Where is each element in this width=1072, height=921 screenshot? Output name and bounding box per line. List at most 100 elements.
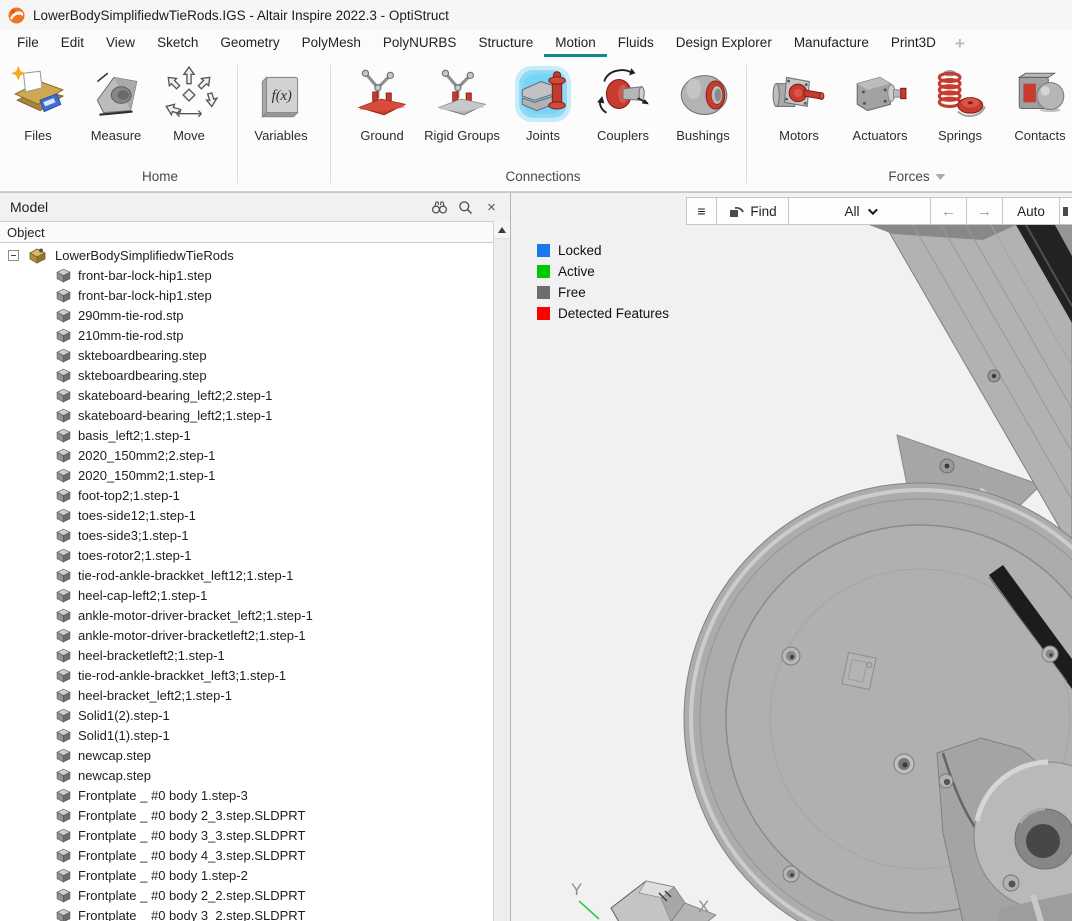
ribbon-separator <box>746 65 747 183</box>
collapse-toggle-icon[interactable] <box>8 250 19 261</box>
tool-label: Motors <box>759 128 839 143</box>
menu-item[interactable]: PolyNURBS <box>372 30 468 57</box>
menu-item[interactable]: Fluids <box>607 30 665 57</box>
tool-motors[interactable]: Motors <box>759 63 839 161</box>
tree-item[interactable]: heel-bracket_left2;1.step-1 <box>0 685 510 705</box>
auto-button[interactable]: Auto <box>1003 198 1060 224</box>
tool-springs[interactable]: Springs <box>920 63 1000 161</box>
toolbar-partial-button[interactable] <box>1060 198 1072 224</box>
legend-row: Locked <box>537 240 669 261</box>
ribbon-group-connections: Connections <box>505 169 580 184</box>
toolbar-menu-button[interactable]: ≡ <box>687 198 717 224</box>
tool-files[interactable]: Files <box>0 63 78 161</box>
tree-item[interactable]: heel-bracketleft2;1.step-1 <box>0 645 510 665</box>
tool-move[interactable]: Move <box>149 63 229 161</box>
legend-label: Free <box>558 285 586 300</box>
tool-variables[interactable]: f(x) Variables <box>241 63 321 161</box>
tool-contacts[interactable]: Contacts <box>1000 63 1072 161</box>
tree-item-label: tie-rod-ankle-brackket_left12;1.step-1 <box>78 568 293 583</box>
tree-item[interactable]: Frontplate _ #0 body 4_3.step.SLDPRT <box>0 845 510 865</box>
menu-item[interactable]: Sketch <box>146 30 209 57</box>
tree-item[interactable]: front-bar-lock-hip1.step <box>0 265 510 285</box>
menu-item[interactable]: PolyMesh <box>291 30 372 57</box>
tree-item[interactable]: ankle-motor-driver-bracketleft2;1.step-1 <box>0 625 510 645</box>
menu-item[interactable]: Design Explorer <box>665 30 783 57</box>
solid-body-cube-icon <box>56 668 71 683</box>
menu-item[interactable]: Edit <box>50 30 95 57</box>
files-icon <box>9 65 67 123</box>
menu-item[interactable]: Motion <box>544 30 607 57</box>
tree-item[interactable]: toes-side12;1.step-1 <box>0 505 510 525</box>
tree-item[interactable]: 2020_150mm2;2.step-1 <box>0 445 510 465</box>
menu-item[interactable]: Structure <box>467 30 544 57</box>
menu-item[interactable]: View <box>95 30 146 57</box>
solid-body-cube-icon <box>56 788 71 803</box>
tool-measure[interactable]: Measure <box>76 63 156 161</box>
menu-item[interactable]: File <box>6 30 50 57</box>
solid-body-cube-icon <box>56 888 71 903</box>
tree-item[interactable]: toes-rotor2;1.step-1 <box>0 545 510 565</box>
tool-actuators[interactable]: Actuators <box>840 63 920 161</box>
title-bar: LowerBodySimplifiedwTieRods.IGS - Altair… <box>0 0 1072 30</box>
find-scope-dropdown[interactable]: All <box>789 198 931 224</box>
add-tab-button[interactable]: + <box>947 30 973 57</box>
menu-bar: + File Edit View Sketch Geometry PolyMes… <box>0 30 1072 57</box>
tree-scrollbar[interactable] <box>493 221 510 921</box>
tree-item[interactable]: Solid1(1).step-1 <box>0 725 510 745</box>
tree-item-label: newcap.step <box>78 768 151 783</box>
couplers-icon <box>594 65 652 123</box>
tree-item[interactable]: Frontplate _ #0 body 1.step-3 <box>0 785 510 805</box>
tree-item[interactable]: Frontplate _ #0 body 2_3.step.SLDPRT <box>0 805 510 825</box>
menu-item[interactable]: Print3D <box>880 30 947 57</box>
menu-item[interactable]: Manufacture <box>783 30 880 57</box>
tree-item[interactable]: Frontplate _ #0 body 3_2.step.SLDPRT <box>0 905 510 921</box>
tree-item[interactable]: Frontplate _ #0 body 2_2.step.SLDPRT <box>0 885 510 905</box>
tree-item[interactable]: skteboardbearing.step <box>0 365 510 385</box>
tree-item[interactable]: basis_left2;1.step-1 <box>0 425 510 445</box>
ribbon-group-forces[interactable]: Forces <box>888 169 945 184</box>
tree-item[interactable]: 210mm-tie-rod.stp <box>0 325 510 345</box>
tree-item[interactable]: front-bar-lock-hip1.step <box>0 285 510 305</box>
tree-item[interactable]: Frontplate _ #0 body 1.step-2 <box>0 865 510 885</box>
tree-item[interactable]: newcap.step <box>0 745 510 765</box>
previous-button[interactable]: ← <box>931 198 967 224</box>
close-icon[interactable]: × <box>483 199 500 216</box>
binoculars-icon[interactable] <box>431 199 448 216</box>
tree-item[interactable]: toes-side3;1.step-1 <box>0 525 510 545</box>
tree-item[interactable]: tie-rod-ankle-brackket_left12;1.step-1 <box>0 565 510 585</box>
tree-item[interactable]: skateboard-bearing_left2;1.step-1 <box>0 405 510 425</box>
tree-item[interactable]: Solid1(2).step-1 <box>0 705 510 725</box>
solid-body-cube-icon <box>56 708 71 723</box>
joints-icon <box>514 65 572 123</box>
menu-item[interactable]: Geometry <box>209 30 290 57</box>
panel-title: Model <box>10 199 431 215</box>
solid-body-cube-icon <box>56 808 71 823</box>
magnifier-icon[interactable] <box>457 199 474 216</box>
tool-rigid-groups[interactable]: Rigid Groups <box>422 63 502 161</box>
tool-couplers[interactable]: Couplers <box>583 63 663 161</box>
tree-item[interactable]: 290mm-tie-rod.stp <box>0 305 510 325</box>
tree-item[interactable]: skateboard-bearing_left2;2.step-1 <box>0 385 510 405</box>
tool-bushings[interactable]: Bushings <box>663 63 743 161</box>
tree-item[interactable]: heel-cap-left2;1.step-1 <box>0 585 510 605</box>
tree-item-label: 290mm-tie-rod.stp <box>78 308 183 323</box>
tree-item[interactable]: ankle-motor-driver-bracket_left2;1.step-… <box>0 605 510 625</box>
tree-item[interactable]: tie-rod-ankle-brackket_left3;1.step-1 <box>0 665 510 685</box>
tree-item-label: 2020_150mm2;2.step-1 <box>78 448 215 463</box>
tree-item[interactable]: newcap.step <box>0 765 510 785</box>
ground-icon <box>353 65 411 123</box>
solid-body-cube-icon <box>56 528 71 543</box>
scroll-up-button[interactable] <box>494 221 510 239</box>
tool-ground[interactable]: Ground <box>342 63 422 161</box>
tree-item[interactable]: skteboardbearing.step <box>0 345 510 365</box>
tree-item[interactable]: Frontplate _ #0 body 3_3.step.SLDPRT <box>0 825 510 845</box>
tree-item[interactable]: 2020_150mm2;1.step-1 <box>0 465 510 485</box>
viewport-3d[interactable]: Y X ≡ Find All <box>511 193 1072 921</box>
knee-part[interactable] <box>937 738 1072 921</box>
next-button[interactable]: → <box>967 198 1003 224</box>
tree-item[interactable]: foot-top2;1.step-1 <box>0 485 510 505</box>
find-button[interactable]: Find <box>717 198 789 224</box>
variables-icon: f(x) <box>252 65 310 123</box>
tool-joints[interactable]: Joints <box>503 63 583 161</box>
tree-root-item[interactable]: LowerBodySimplifiedwTieRods <box>0 245 510 265</box>
